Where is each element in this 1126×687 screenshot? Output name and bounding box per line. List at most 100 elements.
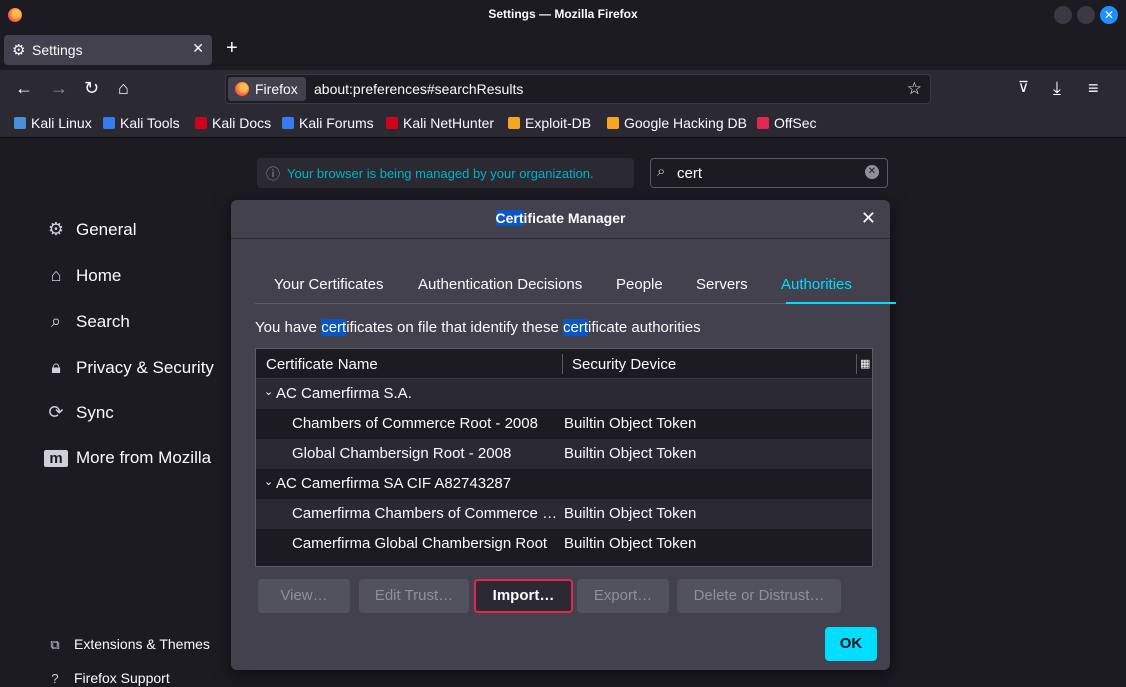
bookmark-kali-tools[interactable]: Kali Tools — [103, 115, 180, 131]
close-tab-icon[interactable]: ✕ — [192, 40, 204, 57]
offsec-icon — [757, 117, 769, 129]
identity-box[interactable]: Firefox — [228, 77, 306, 101]
bookmark-exploit-db[interactable]: Exploit-DB — [508, 115, 591, 131]
category-search[interactable]: ⌕ Search — [44, 311, 130, 332]
bookmark-kali-forums[interactable]: Kali Forums — [282, 115, 374, 131]
category-home[interactable]: ⌂ Home — [44, 265, 122, 286]
column-divider — [562, 354, 563, 374]
bookmark-label: OffSec — [774, 115, 817, 131]
row-name: AC Camerfirma S.A. — [276, 385, 412, 402]
firefox-icon — [235, 82, 249, 96]
search-icon: ⌕ — [50, 311, 62, 331]
row-device: Builtin Object Token — [564, 415, 697, 432]
tab-settings[interactable]: ⚙ Settings ✕ — [4, 35, 212, 65]
gear-icon: ⚙ — [47, 219, 65, 239]
search-value: cert — [677, 165, 703, 182]
footer-label: Extensions & Themes — [74, 636, 210, 652]
info-icon: ⓘ — [266, 166, 280, 182]
bookmark-kali-linux[interactable]: Kali Linux — [14, 115, 92, 131]
bookmark-google-hacking-db[interactable]: Google Hacking DB — [607, 115, 747, 131]
chevron-down-icon[interactable]: ⌄ — [264, 385, 273, 398]
tab-people[interactable]: People — [616, 276, 663, 293]
tab-strip: ⚙ Settings ✕ — [0, 30, 1126, 70]
minimize-button[interactable] — [1054, 6, 1072, 24]
tree-row-group[interactable]: ⌄ AC Camerfirma S.A. — [256, 379, 872, 409]
row-name: Chambers of Commerce Root - 2008 — [292, 415, 538, 432]
tree-row-group[interactable]: ⌄ AC Camerfirma SA CIF A82743287 — [256, 469, 872, 499]
delete-or-distrust-button[interactable]: Delete or Distrust… — [677, 579, 841, 613]
new-tab-button[interactable]: + — [226, 37, 238, 60]
view-button[interactable]: View… — [258, 579, 350, 613]
search-icon: ⌕ — [657, 163, 666, 180]
kali-docs-icon — [195, 117, 207, 129]
column-security-device[interactable]: Security Device — [572, 356, 676, 373]
close-icon[interactable]: ✕ — [861, 208, 876, 229]
google-hacking-db-icon — [607, 117, 619, 129]
certificate-tabs: Your Certificates Authentication Decisio… — [255, 272, 896, 304]
edit-trust-button[interactable]: Edit Trust… — [359, 579, 469, 613]
tab-your-certificates[interactable]: Your Certificates — [274, 276, 384, 293]
clear-search-icon[interactable]: ✕ — [865, 165, 879, 179]
bookmarks-toolbar: Kali Linux Kali Tools Kali Docs Kali For… — [0, 108, 1126, 138]
tab-label: Settings — [32, 42, 83, 58]
ok-button[interactable]: OK — [825, 627, 877, 661]
desc-part: You have — [255, 319, 322, 336]
forward-arrow-icon[interactable]: → — [50, 78, 68, 98]
maximize-button[interactable] — [1077, 6, 1095, 24]
dialog-title-rest: ificate Manager — [523, 210, 626, 226]
category-label: General — [76, 220, 137, 239]
desc-highlight: cert — [563, 319, 589, 336]
authorities-description: You have certificates on file that ident… — [255, 319, 701, 336]
tree-row[interactable]: Camerfirma Chambers of Commerce R… Built… — [256, 499, 872, 529]
category-sync[interactable]: ⟳ Sync — [44, 402, 113, 423]
row-device: Builtin Object Token — [564, 535, 697, 552]
tab-authentication-decisions[interactable]: Authentication Decisions — [418, 276, 582, 293]
reload-icon[interactable]: ↻ — [84, 78, 99, 98]
column-certificate-name[interactable]: Certificate Name — [266, 356, 378, 373]
bookmark-label: Kali Tools — [120, 115, 180, 131]
active-tab-indicator — [786, 302, 896, 304]
window-title: Settings — Mozilla Firefox — [488, 7, 638, 21]
category-privacy-security[interactable]: 🔒︎ Privacy & Security — [44, 357, 214, 378]
url-bar[interactable]: Firefox about:preferences#searchResults … — [225, 74, 931, 104]
category-label: Home — [76, 266, 122, 285]
puzzle-icon: ⧉ — [50, 637, 60, 652]
extensions-themes-link[interactable]: ⧉ Extensions & Themes — [46, 636, 210, 653]
chevron-down-icon[interactable]: ⌄ — [264, 475, 273, 488]
home-icon[interactable]: ⌂ — [118, 78, 129, 98]
url-text[interactable]: about:preferences#searchResults — [314, 81, 523, 97]
bookmark-label: Kali Forums — [299, 115, 374, 131]
gear-icon: ⚙ — [12, 42, 26, 59]
bookmark-kali-docs[interactable]: Kali Docs — [195, 115, 271, 131]
firefox-support-link[interactable]: ? Firefox Support — [46, 670, 170, 686]
tree-row[interactable]: Global Chambersign Root - 2008 Builtin O… — [256, 439, 872, 469]
navigation-bar: ← → ↻ ⌂ Firefox about:preferences#search… — [0, 70, 1126, 108]
identity-label: Firefox — [255, 81, 298, 97]
bookmark-kali-nethunter[interactable]: Kali NetHunter — [386, 115, 494, 131]
column-picker-icon[interactable]: ▦ — [860, 357, 870, 370]
category-label: More from Mozilla — [76, 448, 212, 467]
certificate-tree[interactable]: Certificate Name Security Device ▦ ⌄ AC … — [255, 348, 873, 567]
home-icon: ⌂ — [50, 265, 62, 285]
pocket-icon[interactable]: ⊽ — [1018, 78, 1029, 98]
category-more-from-mozilla[interactable]: m More from Mozilla — [44, 448, 211, 468]
back-arrow-icon[interactable]: ← — [15, 78, 33, 98]
tree-row[interactable]: Chambers of Commerce Root - 2008 Builtin… — [256, 409, 872, 439]
policy-notice-text[interactable]: Your browser is being managed by your or… — [287, 166, 594, 181]
category-general[interactable]: ⚙ General — [44, 219, 137, 240]
dialog-title-highlight: Cert — [495, 210, 524, 226]
export-button[interactable]: Export… — [577, 579, 669, 613]
settings-search-input[interactable]: ⌕ cert ✕ — [650, 158, 888, 188]
footer-label: Firefox Support — [74, 670, 170, 686]
bookmark-offsec[interactable]: OffSec — [757, 115, 817, 131]
downloads-icon[interactable]: ⤓ — [1053, 78, 1061, 98]
menu-icon[interactable]: ≡ — [1088, 78, 1099, 98]
tree-row[interactable]: Camerfirma Global Chambersign Root Built… — [256, 529, 872, 566]
import-button[interactable]: Import… — [474, 579, 573, 613]
policy-notice[interactable]: ⓘ Your browser is being managed by your … — [257, 158, 634, 188]
tab-servers[interactable]: Servers — [696, 276, 748, 293]
close-window-button[interactable]: ✕ — [1100, 6, 1118, 24]
bookmark-star-icon[interactable]: ☆ — [907, 79, 922, 99]
bookmark-label: Google Hacking DB — [624, 115, 747, 131]
tab-authorities[interactable]: Authorities — [781, 276, 852, 293]
